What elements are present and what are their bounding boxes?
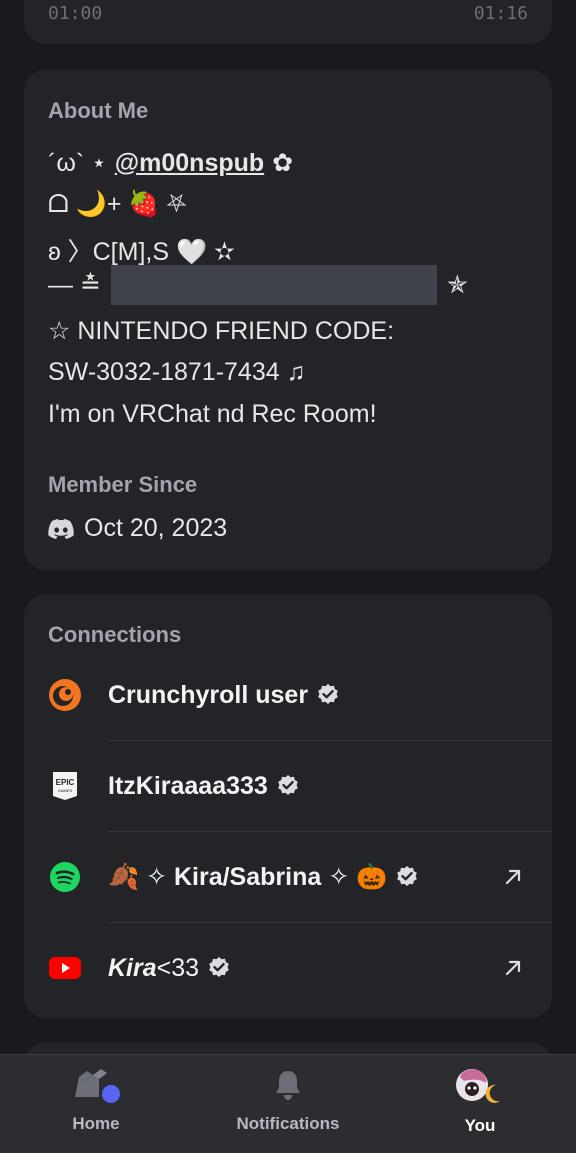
external-link-icon[interactable] — [502, 957, 524, 979]
connection-name: 🍂 ✧ Kira/Sabrina ✧ 🎃 — [108, 862, 419, 892]
connection-name-rest: <33 — [156, 953, 200, 982]
about-me-card: About Me ´ω` ⋆ @m00nspub ✿ ᗝ 🌙+ 🍓 ⛧ ʚ 〉C… — [24, 70, 552, 570]
bio-line-1: ´ω` ⋆ @m00nspub ✿ — [48, 148, 293, 178]
bio-line-3: ʚ 〉C[M],S 🤍 ✫ — [48, 238, 235, 266]
connection-name-text: 🍂 ✧ Kira/Sabrina ✧ 🎃 — [108, 863, 388, 891]
verified-icon — [318, 684, 338, 704]
member-since-row: Oct 20, 2023 — [48, 514, 227, 543]
verified-icon — [397, 866, 418, 886]
time-elapsed: 01:00 — [48, 3, 103, 24]
bio-line-1-prefix: ´ω` ⋆ — [48, 149, 107, 177]
bio-line-4: — ≛ ✯ — [48, 265, 468, 305]
redacted-block — [110, 265, 437, 305]
bottom-nav: Home Notifications You — [0, 1054, 576, 1153]
connection-name: Crunchyroll user — [108, 681, 340, 710]
bio-line-6: SW-3032-1871-7434 ♫ — [48, 358, 306, 386]
svg-text:EPIC: EPIC — [56, 778, 75, 787]
avatar — [456, 1069, 500, 1103]
nav-notifications-label: Notifications — [236, 1114, 340, 1133]
nav-you[interactable]: You — [410, 1067, 550, 1136]
connection-crunchyroll[interactable]: Crunchyroll user — [24, 650, 552, 740]
bio-line-4-prefix: — ≛ — [48, 271, 101, 299]
about-me-title: About Me — [48, 98, 149, 123]
verified-icon — [209, 957, 229, 977]
connections-title: Connections — [48, 622, 182, 647]
verified-icon — [278, 775, 298, 795]
connection-name: ItzKiraaaa333 — [108, 772, 300, 801]
connection-name-text: ItzKiraaaa333 — [108, 771, 268, 800]
bio-line-1-suffix: ✿ — [272, 149, 294, 177]
connection-name-bold: Kira — [108, 953, 157, 982]
external-link-icon[interactable] — [502, 866, 524, 888]
svg-text:GAMES: GAMES — [58, 788, 73, 793]
bio-line-4-suffix: ✯ — [446, 271, 468, 299]
bio-line-5: ☆ NINTENDO FRIEND CODE: — [48, 317, 395, 345]
bell-icon — [276, 1071, 300, 1100]
home-icon — [75, 1069, 120, 1103]
connection-name-text: Crunchyroll user — [108, 680, 309, 709]
connections-card: Connections Crunchyroll user EPIC GAMES … — [24, 594, 552, 1018]
nav-you-label: You — [464, 1116, 496, 1135]
connection-epic-games[interactable]: EPIC GAMES ItzKiraaaa333 — [24, 741, 552, 831]
connection-name: Kira <33 — [108, 954, 231, 983]
nav-notifications[interactable]: Notifications — [218, 1067, 358, 1134]
nav-home-label: Home — [72, 1114, 120, 1133]
spotify-icon — [48, 860, 82, 894]
connection-spotify[interactable]: 🍂 ✧ Kira/Sabrina ✧ 🎃 — [24, 832, 552, 922]
member-since-date: Oct 20, 2023 — [84, 514, 228, 542]
connection-youtube[interactable]: Kira <33 — [24, 923, 552, 1013]
user-mention-link[interactable]: @m00nspub — [115, 149, 264, 178]
activity-card: 01:00 01:16 — [24, 0, 552, 44]
youtube-icon — [48, 951, 82, 985]
time-total: 01:16 — [473, 3, 528, 24]
bio-line-2: ᗝ 🌙+ 🍓 ⛧ — [48, 190, 187, 218]
bio-line-7: I'm on VRChat nd Rec Room! — [48, 400, 377, 428]
crunchyroll-icon — [48, 678, 82, 712]
nav-home[interactable]: Home — [26, 1067, 166, 1134]
activity-progress-times: 01:00 01:16 — [48, 3, 528, 24]
epic-games-icon: EPIC GAMES — [48, 769, 82, 803]
member-since-title: Member Since — [48, 472, 198, 497]
discord-icon — [48, 518, 74, 539]
